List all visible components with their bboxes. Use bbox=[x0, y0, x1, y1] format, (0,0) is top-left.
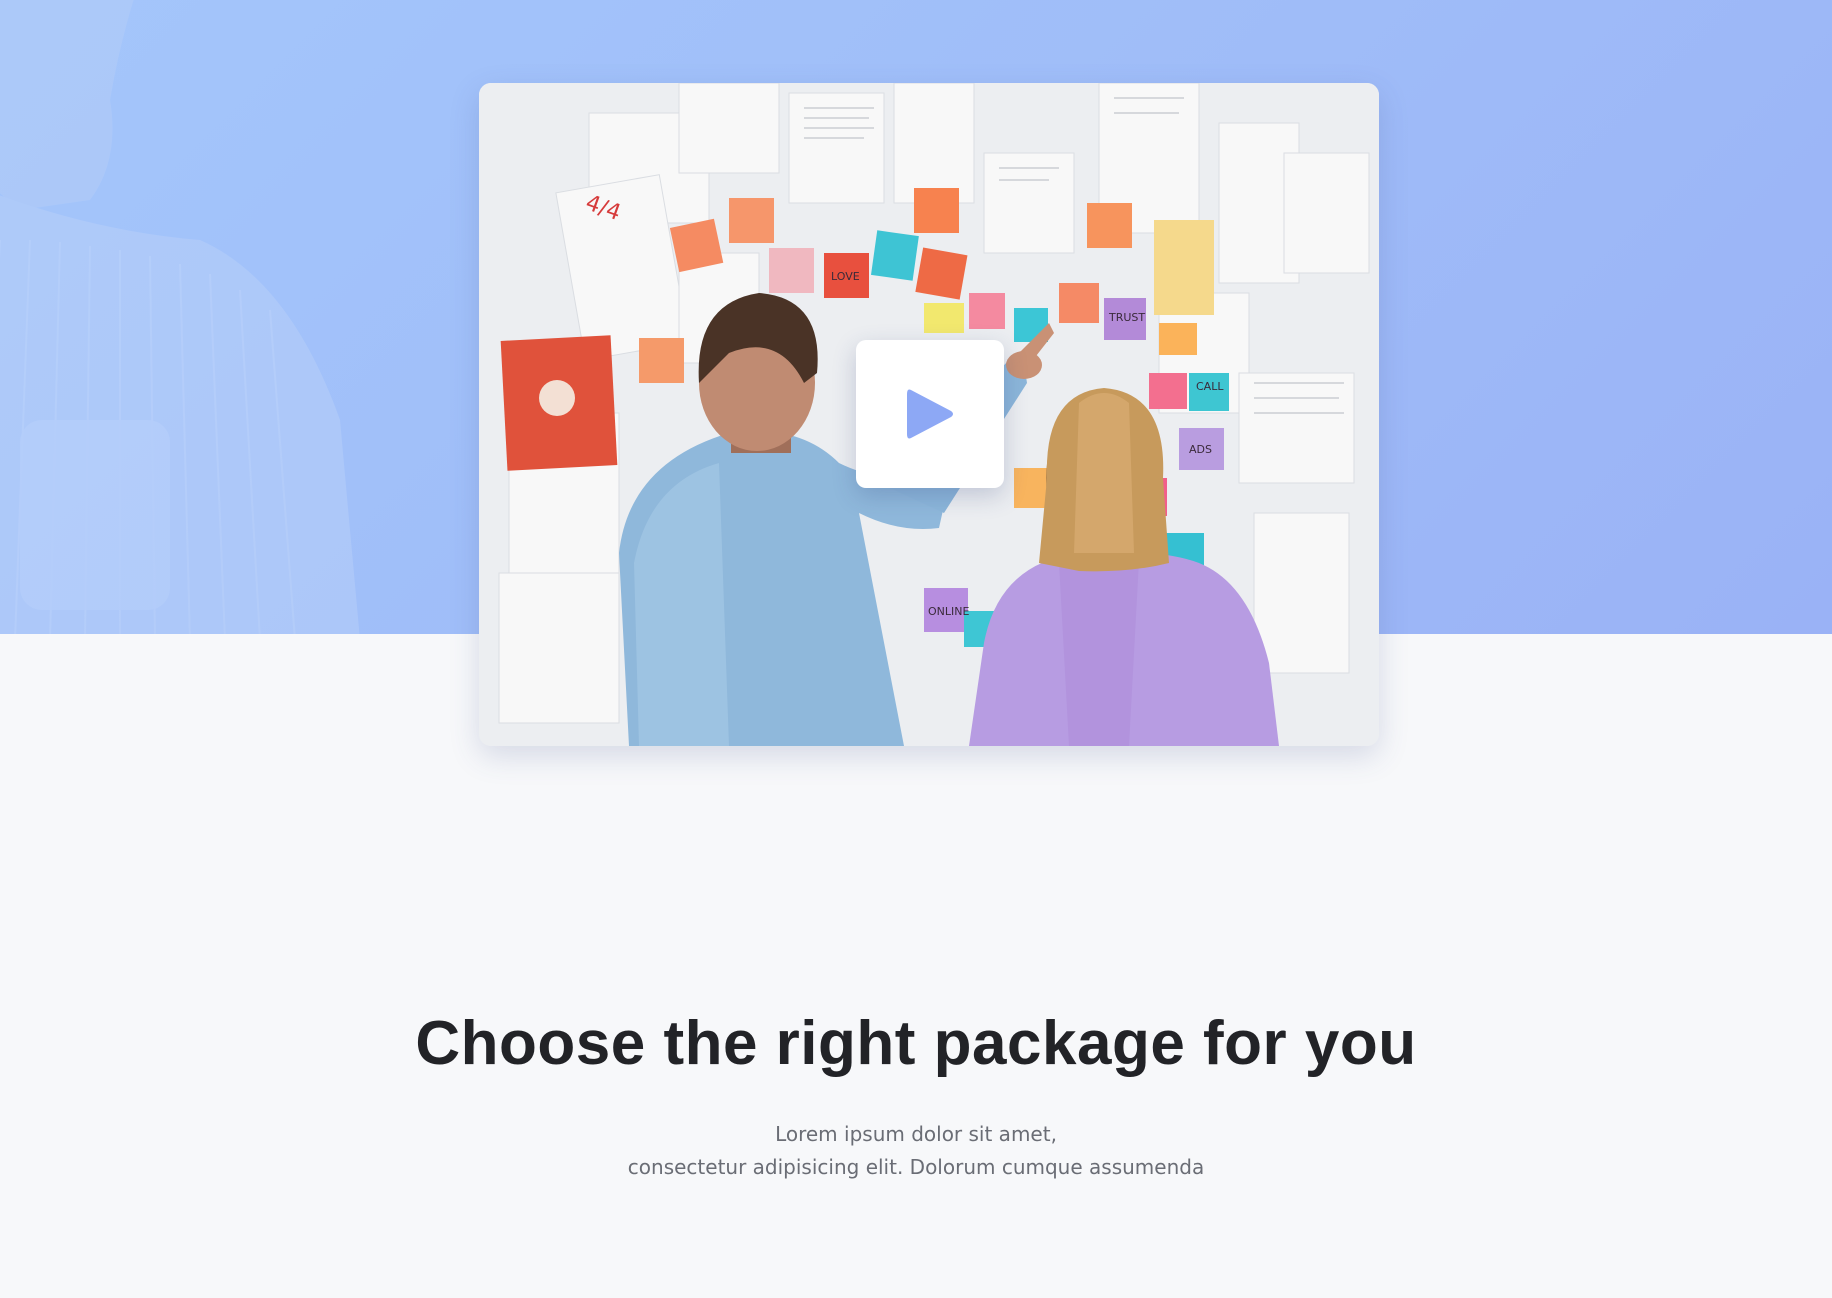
play-button[interactable] bbox=[856, 340, 1004, 488]
pricing-title: Choose the right package for you bbox=[415, 1009, 1417, 1078]
note-call: CALL bbox=[1196, 380, 1224, 393]
pricing-subtitle-line-1: Lorem ipsum dolor sit amet, bbox=[775, 1122, 1057, 1146]
note-ads: ADS bbox=[1189, 443, 1212, 456]
note-online: ONLINE bbox=[928, 605, 969, 618]
note-love: LOVE bbox=[831, 270, 860, 283]
video-card[interactable]: 4/4 LOVE TRUST ADS ONLINE CALL bbox=[479, 83, 1379, 746]
pricing-subtitle-line-2: consectetur adipisicing elit. Dolorum cu… bbox=[627, 1155, 1205, 1179]
note-trust: TRUST bbox=[1108, 311, 1145, 324]
pricing-subtitle: Lorem ipsum dolor sit amet, consectetur … bbox=[0, 1118, 1832, 1184]
hero-background-photo bbox=[0, 0, 360, 634]
play-icon bbox=[907, 389, 953, 439]
